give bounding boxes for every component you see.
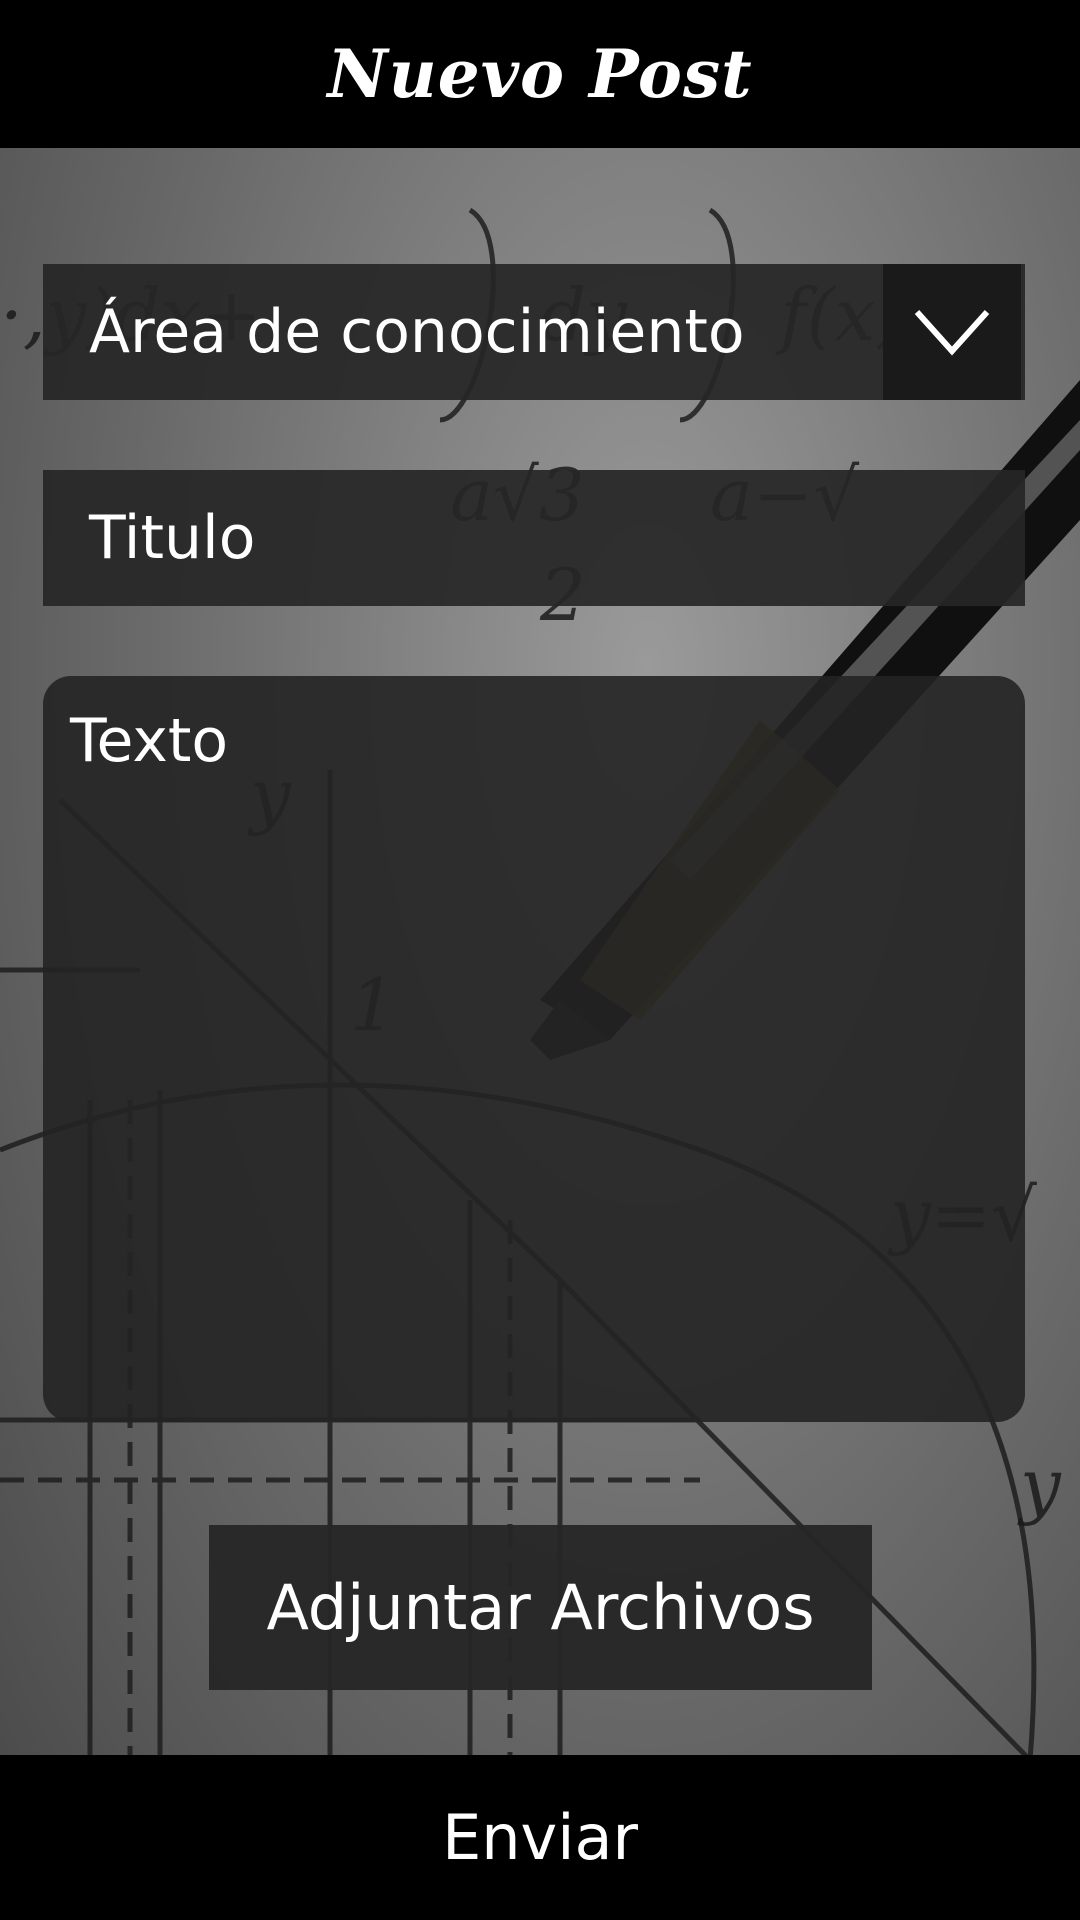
chevron-down-icon xyxy=(914,309,990,356)
dropdown-toggle[interactable] xyxy=(883,264,1021,400)
top-bar: Nuevo Post xyxy=(0,0,1080,148)
knowledge-area-select[interactable]: Área de conocimiento xyxy=(43,264,1025,400)
send-button[interactable]: Enviar xyxy=(0,1755,1080,1920)
page-title: Nuevo Post xyxy=(327,35,753,113)
attach-files-button[interactable]: Adjuntar Archivos xyxy=(209,1525,872,1690)
title-input[interactable]: Titulo xyxy=(43,470,1025,606)
title-placeholder: Titulo xyxy=(89,503,256,573)
knowledge-area-value: Área de conocimiento xyxy=(89,297,745,367)
text-placeholder: Texto xyxy=(70,706,229,776)
svg-text:y: y xyxy=(1017,1443,1062,1527)
text-input[interactable]: Texto xyxy=(43,676,1025,1422)
